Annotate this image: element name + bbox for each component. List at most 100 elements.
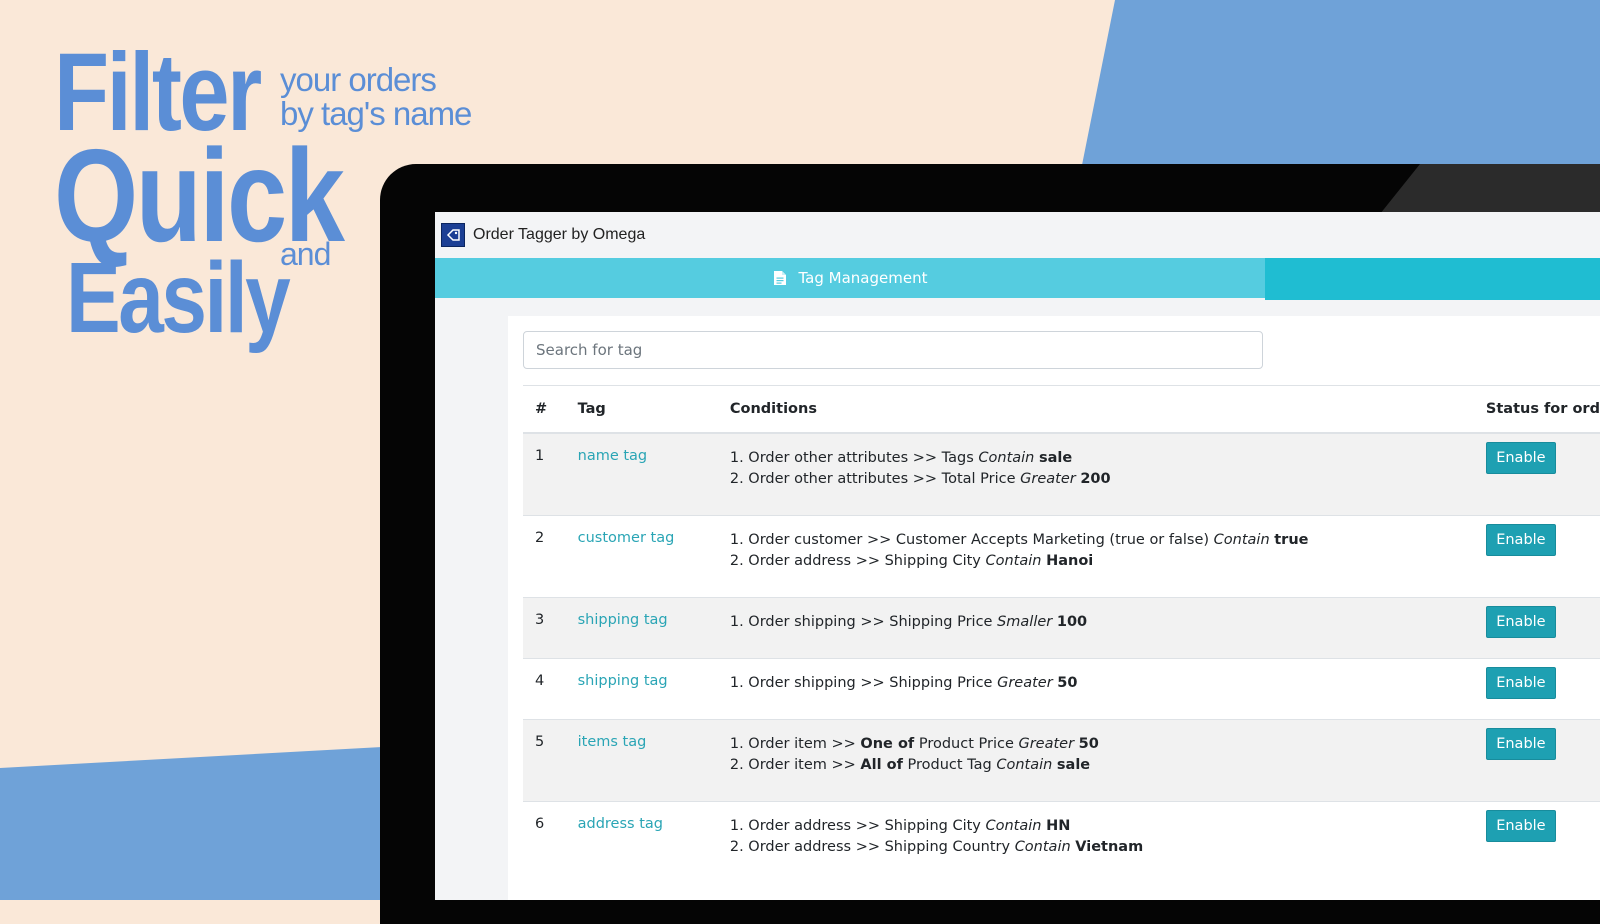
condition-operator: Greater (997, 674, 1053, 691)
condition-value: true (1274, 531, 1309, 548)
condition-line: 2. Order other attributes >> Total Price… (730, 469, 1486, 490)
header-tag: Tag (577, 385, 730, 434)
row-status: Enable (1485, 596, 1600, 658)
row-status: Enable (1485, 432, 1600, 515)
condition-operator: Greater (1020, 471, 1076, 487)
table-row: 2 customer tag 1. Order customer >> Custom… (523, 514, 1600, 597)
condition-operator: Contain (985, 552, 1042, 569)
condition-prefix: 2. Order address >> Shipping City (729, 552, 986, 569)
condition-operator: Greater (1018, 735, 1075, 752)
condition-value: HN (1046, 817, 1071, 834)
condition-value: 50 (1057, 674, 1078, 691)
condition-prefix: 1. Order shipping >> Shipping Price (729, 613, 998, 630)
enable-button[interactable]: Enable (1485, 727, 1556, 760)
condition-line: 1. Order shipping >> Shipping Price Smal… (730, 612, 1486, 633)
tag-management-panel: # Tag Conditions Status for ord 1name ta… (508, 316, 1600, 900)
enable-button[interactable]: Enable (1485, 605, 1556, 638)
row-conditions: 1. Order shipping >> Shipping Price Smal… (729, 596, 1486, 658)
condition-value: sale (1056, 756, 1091, 773)
condition-prefix: 2. Order address >> Shipping Country (729, 838, 1015, 855)
row-conditions: 1. Order other attributes >> Tags Contai… (729, 432, 1486, 515)
document-icon (773, 271, 786, 285)
row-status: Enable (1485, 718, 1600, 801)
condition-operator: Contain (978, 450, 1035, 466)
tab-bar: Tag Management (435, 258, 1600, 300)
row-number: 4 (523, 657, 578, 719)
condition-prefix: 1. Order address >> Shipping City (729, 817, 986, 834)
condition-operator: Contain (985, 817, 1042, 834)
screen-glare (1380, 164, 1600, 214)
search-input[interactable] (523, 331, 1263, 369)
tag-link[interactable]: name tag (578, 448, 648, 464)
tag-link[interactable]: shipping tag (578, 612, 668, 628)
row-status: Enable (1485, 657, 1600, 719)
condition-field: Product Tag (902, 756, 997, 773)
table-body: 1 name tag 1. Order other attributes >> Ta… (523, 432, 1600, 883)
condition-line: 2. Order item >> All of Product Tag Cont… (730, 755, 1486, 776)
condition-line: 1. Order other attributes >> Tags Contai… (730, 448, 1486, 469)
table-row: 6 address tag 1. Order address >> Shipping… (523, 800, 1600, 883)
row-conditions: 1. Order address >> Shipping City Contai… (729, 800, 1486, 883)
condition-value: Hanoi (1046, 552, 1094, 569)
condition-prefix: 2. Order item >> (729, 756, 861, 773)
header-conditions: Conditions (729, 385, 1486, 434)
row-number: 5 (523, 718, 578, 801)
table-row: 4 shipping tag 1. Order shipping >> Shippi… (523, 657, 1600, 719)
tag-logo-icon (441, 223, 465, 247)
condition-line: 2. Order address >> Shipping Country Con… (730, 837, 1486, 858)
hero-tagline-line1: your orders (280, 61, 437, 98)
row-tag-cell: name tag (577, 432, 730, 515)
tag-link[interactable]: address tag (578, 816, 663, 832)
row-status: Enable (1485, 800, 1600, 883)
condition-value: 200 (1080, 471, 1111, 487)
condition-value: 100 (1056, 613, 1088, 630)
tag-link[interactable]: shipping tag (578, 673, 668, 689)
table-row: 1 name tag 1. Order other attributes >> Ta… (523, 432, 1600, 515)
app-screen: Order Tagger by Omega Tag Management # T… (435, 212, 1600, 900)
condition-prefix: 1. Order customer >> Customer Accepts Ma… (729, 531, 1214, 548)
condition-value: Vietnam (1075, 838, 1144, 855)
table-row: 5 items tag 1. Order item >> One of Produc… (523, 718, 1600, 801)
row-number: 6 (523, 800, 578, 883)
row-number: 1 (523, 432, 578, 515)
condition-operator: Contain (1014, 838, 1071, 855)
row-tag-cell: items tag (577, 718, 730, 801)
row-tag-cell: shipping tag (577, 596, 730, 658)
enable-button[interactable]: Enable (1485, 442, 1556, 474)
enable-button[interactable]: Enable (1485, 809, 1556, 842)
app-title: Order Tagger by Omega (473, 226, 646, 243)
hero-word-easily: Easily (66, 242, 291, 354)
condition-value: sale (1038, 450, 1073, 466)
tag-link[interactable]: items tag (578, 734, 647, 750)
condition-line: 2. Order address >> Shipping City Contai… (730, 551, 1486, 572)
tab-tag-management[interactable]: Tag Management (435, 258, 1265, 298)
tag-link[interactable]: customer tag (578, 530, 675, 546)
condition-prefix: 2. Order other attributes >> Total Price (729, 471, 1021, 487)
condition-prefix: 1. Order item >> (729, 735, 861, 752)
row-number: 3 (523, 596, 578, 658)
row-status: Enable (1485, 514, 1600, 597)
row-tag-cell: shipping tag (577, 657, 730, 719)
row-tag-cell: customer tag (577, 514, 730, 597)
condition-field: Product Price (914, 735, 1019, 752)
condition-prefix: 1. Order other attributes >> Tags (729, 450, 979, 466)
header-status: Status for ord (1485, 385, 1600, 434)
row-conditions: 1. Order item >> One of Product Price Gr… (729, 718, 1486, 801)
condition-quantifier: All of (860, 756, 903, 773)
tags-table: # Tag Conditions Status for ord 1 name ta… (523, 385, 1600, 883)
tab-label: Tag Management (798, 269, 928, 287)
condition-operator: Contain (996, 756, 1053, 773)
app-titlebar: Order Tagger by Omega (435, 212, 1600, 258)
enable-button[interactable]: Enable (1485, 523, 1556, 556)
row-conditions: 1. Order customer >> Customer Accepts Ma… (729, 514, 1486, 597)
table-row: 3 shipping tag 1. Order shipping >> Shippi… (523, 596, 1600, 658)
condition-line: 1. Order shipping >> Shipping Price Grea… (730, 673, 1486, 694)
header-num: # (523, 385, 578, 434)
condition-value: 50 (1078, 735, 1099, 752)
tab-bar-remainder (1265, 258, 1600, 300)
row-tag-cell: address tag (577, 800, 730, 883)
condition-operator: Contain (1213, 531, 1270, 548)
enable-button[interactable]: Enable (1485, 666, 1556, 699)
condition-line: 1. Order item >> One of Product Price Gr… (730, 734, 1486, 755)
condition-prefix: 1. Order shipping >> Shipping Price (729, 674, 998, 691)
